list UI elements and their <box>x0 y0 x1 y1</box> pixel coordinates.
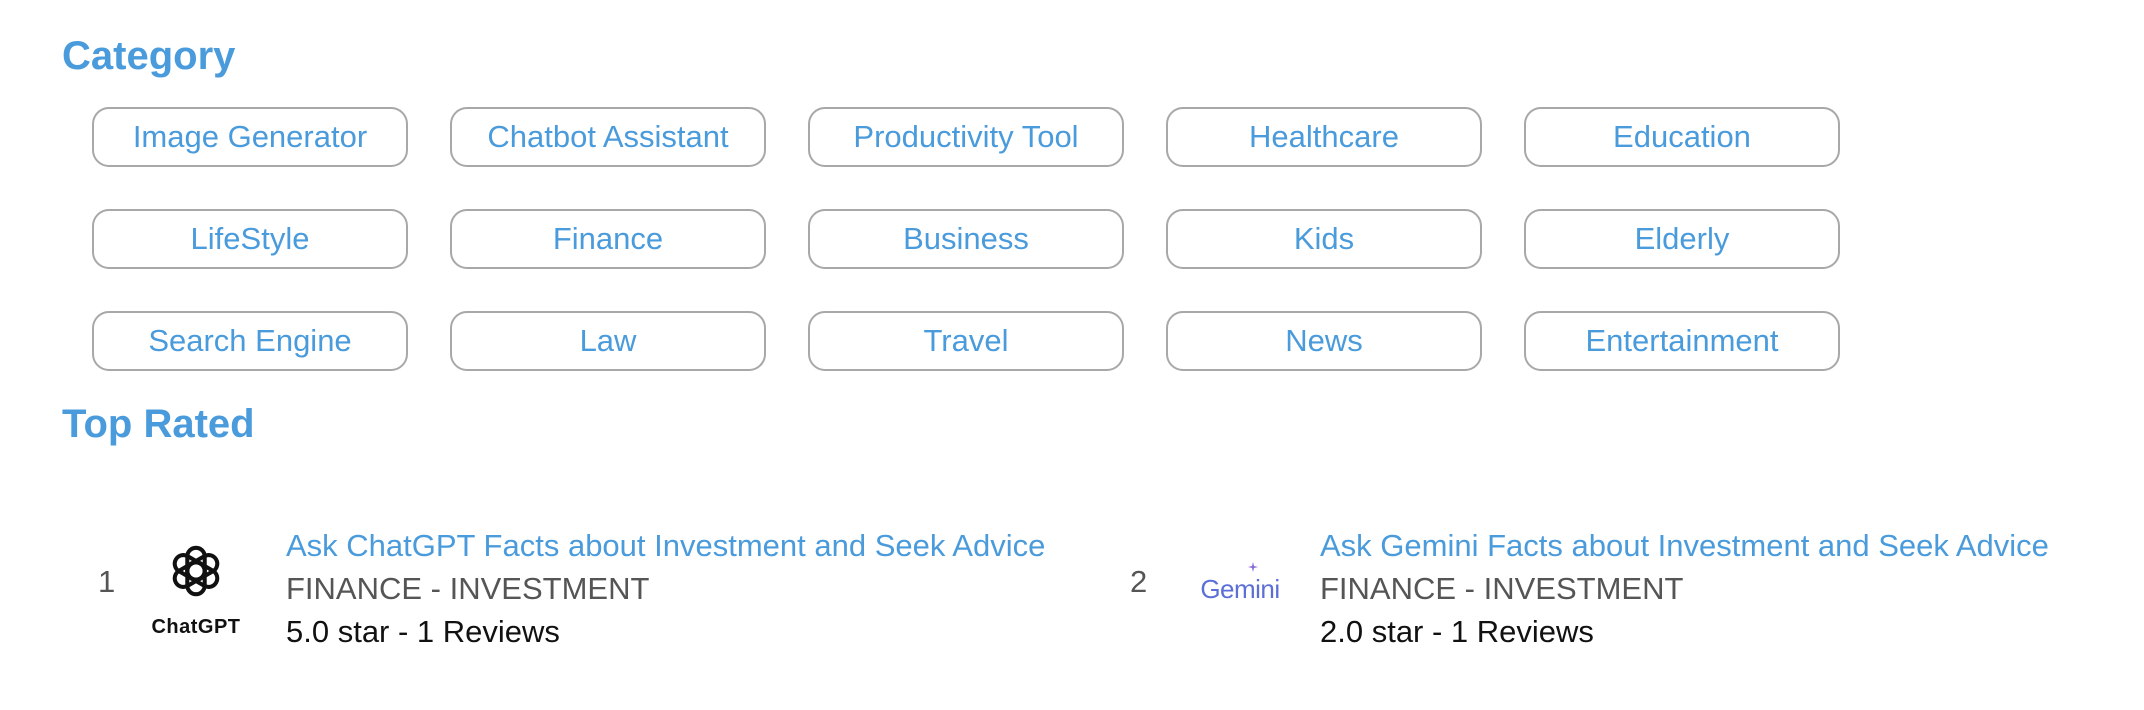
category-heading: Category <box>62 34 236 78</box>
category-chip-kids[interactable]: Kids <box>1166 209 1482 269</box>
rank-number: 1 <box>98 564 116 599</box>
category-chip-entertainment[interactable]: Entertainment <box>1524 311 1840 371</box>
item-category: FINANCE - INVESTMENT <box>286 571 650 606</box>
category-chip-lifestyle[interactable]: LifeStyle <box>92 209 408 269</box>
sparkle-icon <box>1248 562 1258 572</box>
category-chip-finance[interactable]: Finance <box>450 209 766 269</box>
category-chip-image-generator[interactable]: Image Generator <box>92 107 408 167</box>
category-chip-business[interactable]: Business <box>808 209 1124 269</box>
category-chip-healthcare[interactable]: Healthcare <box>1166 107 1482 167</box>
rank-number: 2 <box>1130 564 1148 599</box>
top-rated-item[interactable]: 1 ChatGPT Ask ChatGPT Facts about Invest… <box>0 528 1110 658</box>
category-chip-productivity-tool[interactable]: Productivity Tool <box>808 107 1124 167</box>
item-title-link[interactable]: Ask Gemini Facts about Investment and Se… <box>1320 528 2049 564</box>
category-chip-grid: Image Generator Chatbot Assistant Produc… <box>92 107 1840 371</box>
category-chip-travel[interactable]: Travel <box>808 311 1124 371</box>
category-chip-education[interactable]: Education <box>1524 107 1840 167</box>
chatgpt-logo-icon[interactable]: ChatGPT <box>146 540 246 650</box>
item-rating: 2.0 star - 1 Reviews <box>1320 614 1594 649</box>
item-rating: 5.0 star - 1 Reviews <box>286 614 560 649</box>
item-category: FINANCE - INVESTMENT <box>1320 571 1684 606</box>
top-rated-heading: Top Rated <box>62 402 255 446</box>
category-chip-law[interactable]: Law <box>450 311 766 371</box>
category-chip-chatbot-assistant[interactable]: Chatbot Assistant <box>450 107 766 167</box>
category-chip-search-engine[interactable]: Search Engine <box>92 311 408 371</box>
logo-wordmark: Gemini <box>1200 574 1280 604</box>
item-title-link[interactable]: Ask ChatGPT Facts about Investment and S… <box>286 528 1045 564</box>
openai-knot-icon <box>172 545 220 597</box>
gemini-logo-icon[interactable]: Gemini <box>1190 540 1290 650</box>
logo-wordmark: ChatGPT <box>151 616 241 638</box>
category-chip-news[interactable]: News <box>1166 311 1482 371</box>
top-rated-item[interactable]: 2 Gemini Ask Gemini Facts about Investme… <box>1110 528 2140 658</box>
category-chip-elderly[interactable]: Elderly <box>1524 209 1840 269</box>
